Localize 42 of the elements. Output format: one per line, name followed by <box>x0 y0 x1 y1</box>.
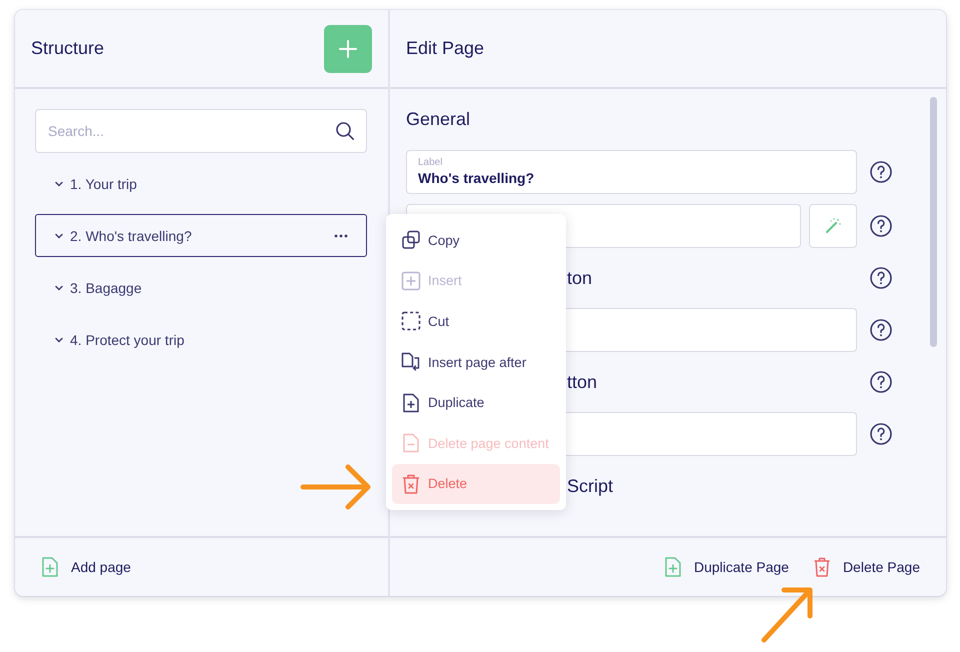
menu-item[interactable]: Insert page after <box>392 342 560 382</box>
plus-square-icon <box>401 270 421 291</box>
arrow <box>762 588 812 642</box>
tree-item[interactable]: 1. Your trip <box>35 162 367 205</box>
more-icon[interactable] <box>334 234 348 238</box>
duplicate-page-button[interactable]: Duplicate Page <box>664 557 789 577</box>
help-icon[interactable] <box>869 318 893 342</box>
page-plus-icon <box>664 557 682 577</box>
page-plus-icon <box>41 557 59 577</box>
search-field[interactable]: Search... <box>35 109 367 153</box>
add-page-button[interactable]: Add page <box>41 557 131 577</box>
trash-icon <box>812 557 831 577</box>
tree-item[interactable]: 4. Protect your trip <box>35 318 367 361</box>
trash-icon <box>401 474 421 494</box>
menu-item[interactable]: Duplicate <box>392 382 560 423</box>
menu-item[interactable]: Cut <box>392 301 560 342</box>
tree-item[interactable]: 2. Who's travelling? <box>35 214 367 257</box>
arrow <box>300 464 370 510</box>
page-plus-icon <box>401 392 421 413</box>
menu-item[interactable]: Copy <box>392 220 560 261</box>
help-icon[interactable] <box>869 160 893 184</box>
help-icon[interactable] <box>869 266 893 290</box>
label-field[interactable]: Label Who's travelling? <box>406 150 857 194</box>
panel-title: Edit Page <box>406 38 484 59</box>
page-minus-icon <box>401 433 421 454</box>
section-title: Script <box>567 476 614 496</box>
plus-icon <box>338 38 358 58</box>
tree-item[interactable]: 3. Bagagge <box>35 266 367 309</box>
section-title: General <box>406 108 472 131</box>
page-arrow-icon <box>401 352 421 372</box>
help-icon[interactable] <box>869 422 893 446</box>
dashed-square-icon <box>401 311 421 332</box>
section-title: tton <box>567 372 598 392</box>
magic-wand-icon <box>823 216 843 236</box>
delete-page-button[interactable]: Delete Page <box>812 557 920 577</box>
section-title: ton <box>567 268 592 288</box>
search-icon <box>335 121 355 141</box>
scrollbar[interactable] <box>930 97 937 347</box>
help-icon[interactable] <box>869 214 893 238</box>
copy-icon <box>401 230 421 250</box>
help-icon[interactable] <box>869 370 893 394</box>
panel-title: Structure <box>31 38 104 59</box>
